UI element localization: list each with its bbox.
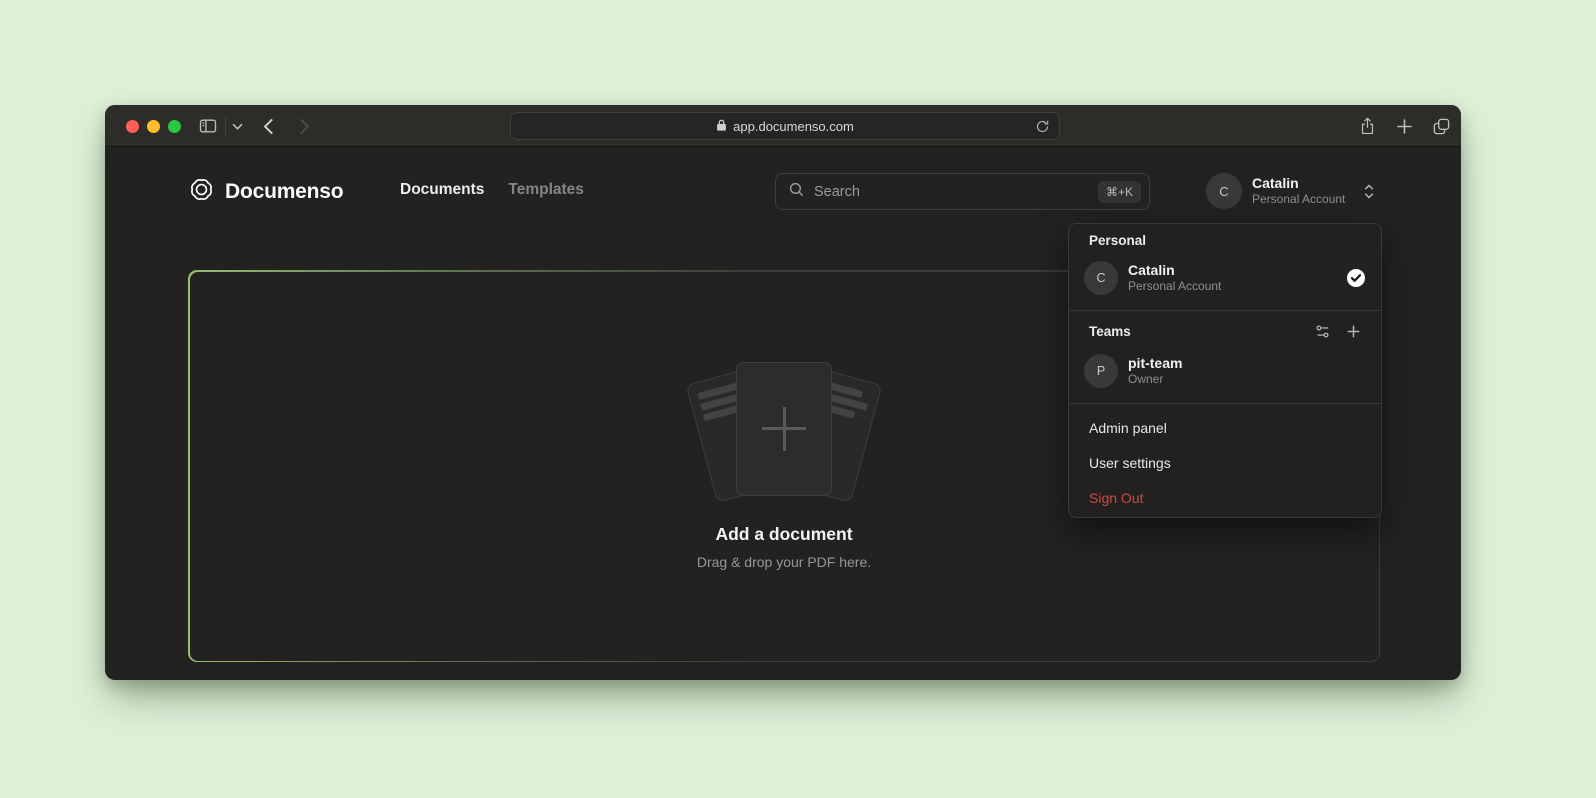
lock-icon [716, 118, 727, 135]
new-tab-icon[interactable] [1392, 105, 1416, 147]
address-url: app.documenso.com [733, 119, 854, 134]
account-type: Personal Account [1252, 192, 1345, 207]
search-input[interactable] [814, 184, 1089, 200]
team-row[interactable]: P pit-team Owner [1069, 345, 1381, 397]
personal-type: Personal Account [1128, 279, 1337, 295]
menu-item-user-settings[interactable]: User settings [1069, 445, 1381, 480]
sidebar-chevron-down-icon[interactable] [229, 105, 245, 147]
search-shortcut-badge: ⌘+K [1098, 181, 1141, 203]
personal-avatar: C [1084, 261, 1118, 295]
brand-name: Documenso [225, 180, 343, 204]
account-avatar: C [1206, 173, 1242, 209]
main-nav: Documents Templates [400, 181, 584, 199]
menu-divider [1069, 403, 1381, 404]
nav-templates[interactable]: Templates [508, 181, 584, 199]
teams-section-heading: Teams [1089, 324, 1131, 339]
close-window-button[interactable] [126, 120, 139, 133]
zoom-window-button[interactable] [168, 120, 181, 133]
dropzone-subtitle: Drag & drop your PDF here. [697, 554, 871, 570]
tab-overview-icon[interactable] [1428, 105, 1454, 147]
document-cards-illustration [684, 360, 884, 500]
brand[interactable]: Documenso [188, 176, 343, 208]
chevrons-up-down-icon [1363, 183, 1375, 200]
account-dropdown-menu: Personal C Catalin Personal Account Team… [1068, 223, 1382, 518]
search-box[interactable]: ⌘+K [775, 173, 1150, 210]
titlebar-divider [225, 117, 226, 135]
forward-button[interactable] [294, 105, 314, 147]
share-icon[interactable] [1355, 105, 1379, 147]
dropzone-title: Add a document [715, 524, 852, 545]
personal-section-heading: Personal [1069, 228, 1381, 252]
sidebar-toggle-icon[interactable] [196, 105, 220, 147]
app-header: Documenso Documents Templates ⌘+K C Cata… [105, 147, 1461, 235]
card-center [736, 362, 832, 496]
personal-account-row[interactable]: C Catalin Personal Account [1069, 252, 1381, 304]
menu-item-admin-panel[interactable]: Admin panel [1069, 410, 1381, 445]
plus-icon [762, 407, 806, 451]
selected-check-icon [1347, 269, 1365, 287]
team-avatar: P [1084, 354, 1118, 388]
browser-titlebar: app.documenso.com [105, 105, 1461, 147]
search-icon [788, 181, 805, 203]
team-name: pit-team [1128, 354, 1365, 372]
address-bar[interactable]: app.documenso.com [510, 112, 1060, 140]
window-controls [126, 120, 181, 133]
menu-item-sign-out[interactable]: Sign Out [1069, 480, 1381, 515]
account-menu-button[interactable]: C Catalin Personal Account [1206, 173, 1375, 209]
add-team-icon[interactable] [1346, 324, 1361, 339]
team-role: Owner [1128, 372, 1365, 388]
nav-documents[interactable]: Documents [400, 181, 484, 199]
reload-icon[interactable] [1035, 118, 1050, 138]
manage-teams-icon[interactable] [1314, 323, 1331, 340]
personal-name: Catalin [1128, 261, 1337, 279]
menu-divider [1069, 310, 1381, 311]
minimize-window-button[interactable] [147, 120, 160, 133]
back-button[interactable] [258, 105, 278, 147]
documenso-logo-icon [188, 176, 215, 208]
account-name: Catalin [1252, 175, 1345, 193]
